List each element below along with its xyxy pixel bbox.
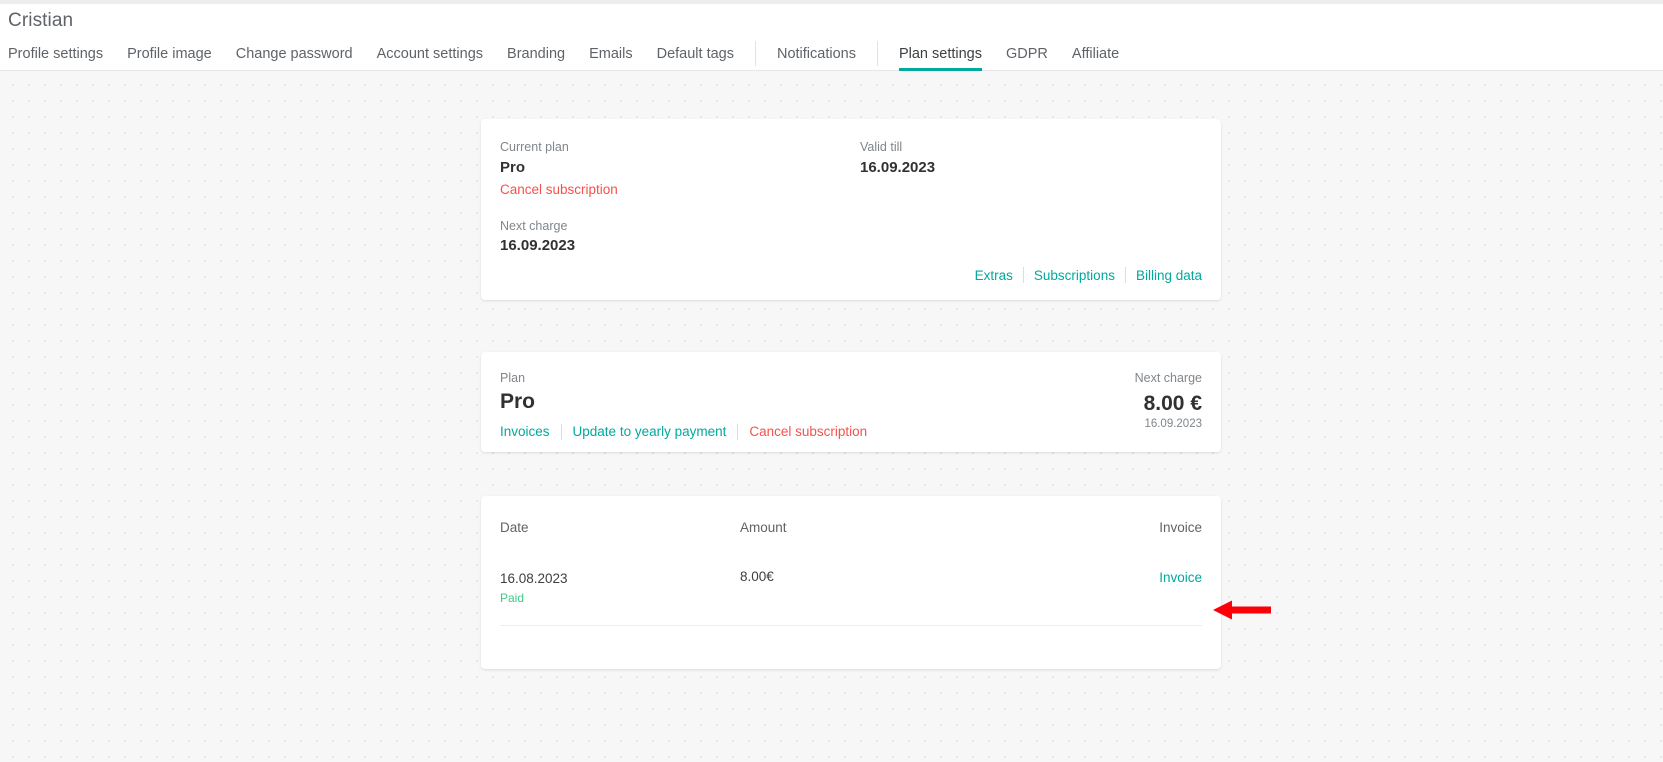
invoices-link[interactable]: Invoices — [500, 424, 561, 439]
tab-account-settings[interactable]: Account settings — [365, 37, 495, 71]
subscription-charge-summary: Next charge 8.00 € 16.09.2023 — [1135, 370, 1202, 430]
extras-link[interactable]: Extras — [965, 268, 1023, 283]
subscription-next-charge-date: 16.09.2023 — [1144, 417, 1202, 430]
tab-plan-settings[interactable]: Plan settings — [887, 37, 994, 71]
current-plan-value: Pro — [500, 158, 526, 176]
page-canvas: Current plan Pro Cancel subscription Nex… — [0, 72, 1663, 762]
cancel-subscription-link[interactable]: Cancel subscription — [738, 421, 878, 443]
invoice-date: 16.08.2023 — [500, 571, 568, 586]
next-charge-block: Next charge 16.09.2023 — [500, 218, 860, 258]
update-to-yearly-payment-link[interactable]: Update to yearly payment — [562, 424, 738, 439]
tab-emails[interactable]: Emails — [577, 37, 645, 71]
next-charge-label: Next charge — [500, 218, 568, 233]
subscription-plan-value: Pro — [500, 389, 536, 413]
subscription-next-charge-amount: 8.00 € — [1143, 391, 1202, 415]
cancel-subscription-link[interactable]: Cancel subscription — [500, 179, 618, 201]
current-plan-footer-links: Extras Subscriptions Billing data — [965, 267, 1202, 283]
current-plan-grid: Current plan Pro Cancel subscription Nex… — [500, 139, 1200, 258]
current-plan-right-column: Valid till 16.09.2023 — [860, 139, 1200, 258]
tab-branding[interactable]: Branding — [495, 37, 577, 71]
status-badge: Paid — [500, 590, 525, 605]
invoices-table: Date Amount Invoice 16.08.2023 Paid 8.00€ I… — [500, 496, 1202, 627]
subscription-next-charge-label: Next charge — [1134, 371, 1202, 385]
invoice-date-cell: 16.08.2023 Paid — [500, 569, 740, 606]
current-plan-label: Current plan — [500, 140, 569, 154]
tab-default-tags[interactable]: Default tags — [645, 37, 746, 71]
page-title: Cristian — [8, 10, 74, 31]
app-header: Cristian Profile settings Profile image Ch… — [0, 4, 1663, 71]
tab-separator — [876, 41, 878, 66]
billing-data-link[interactable]: Billing data — [1126, 268, 1202, 283]
invoice-amount: 8.00€ — [740, 569, 774, 584]
tab-gdpr[interactable]: GDPR — [994, 37, 1060, 71]
subscription-card: Plan Pro Invoices Update to yearly paymen… — [481, 352, 1221, 452]
invoices-table-header: Date Amount Invoice — [500, 496, 1202, 543]
column-header-date: Date — [500, 520, 529, 535]
subscription-action-links: Invoices Update to yearly payment Cancel s… — [500, 421, 878, 443]
subscriptions-link[interactable]: Subscriptions — [1024, 268, 1125, 283]
invoices-card: Date Amount Invoice 16.08.2023 Paid 8.00€ I… — [481, 496, 1221, 669]
left-arrow-icon — [1213, 600, 1271, 620]
tab-profile-image[interactable]: Profile image — [115, 37, 224, 71]
table-row: 16.08.2023 Paid 8.00€ Invoice — [500, 543, 1202, 627]
next-charge-value: 16.09.2023 — [500, 237, 576, 255]
subscription-details: Plan Pro Invoices Update to yearly paymen… — [500, 370, 878, 442]
invoices-table-body: 16.08.2023 Paid 8.00€ Invoice — [500, 543, 1202, 627]
current-plan-card: Current plan Pro Cancel subscription Nex… — [481, 119, 1221, 300]
tab-change-password[interactable]: Change password — [224, 37, 365, 71]
current-plan-left-column: Current plan Pro Cancel subscription Nex… — [500, 139, 860, 258]
settings-tab-bar: Profile settings Profile image Change pass… — [0, 37, 1131, 71]
column-header-amount: Amount — [740, 520, 787, 535]
tab-notifications[interactable]: Notifications — [765, 37, 868, 71]
valid-till-value: 16.09.2023 — [860, 158, 936, 176]
invoice-amount-cell: 8.00€ — [740, 569, 1070, 584]
valid-till-label: Valid till — [860, 140, 903, 154]
invoice-link-cell: Invoice — [1070, 569, 1202, 587]
tab-profile-settings[interactable]: Profile settings — [0, 37, 115, 71]
tab-affiliate[interactable]: Affiliate — [1060, 37, 1131, 71]
subscription-plan-label: Plan — [500, 371, 526, 385]
invoice-download-link[interactable]: Invoice — [1159, 570, 1202, 585]
tab-separator — [754, 41, 756, 66]
column-header-invoice: Invoice — [1159, 520, 1202, 535]
